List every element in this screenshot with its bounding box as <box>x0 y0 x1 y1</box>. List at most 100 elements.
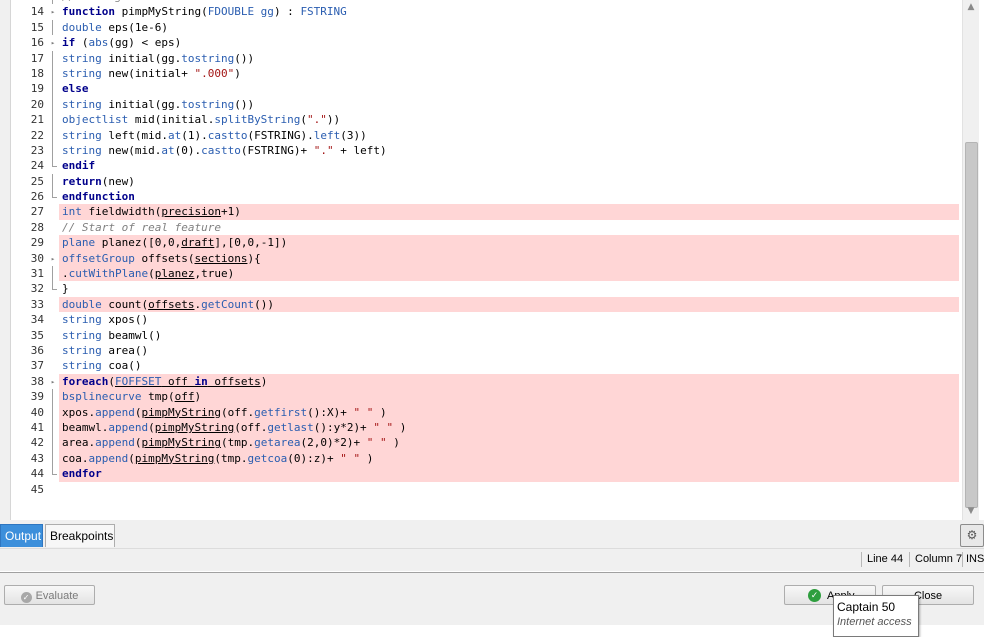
line-number: 16 <box>30 36 44 50</box>
line-number: 44 <box>30 467 44 481</box>
code-line[interactable]: 22 string left(mid.at(1).castto(FSTRING).… <box>0 127 962 143</box>
evaluate-button[interactable]: ✓ Evaluate <box>4 585 95 605</box>
code-text[interactable]: else <box>59 81 959 96</box>
code-line[interactable]: 39 bsplinecurve tmp(off) <box>0 389 962 405</box>
code-text-error[interactable]: foreach(FOFFSET off in offsets) <box>59 373 959 390</box>
code-line[interactable]: 41 beamwl.append(pimpMyString(off.getlast… <box>0 419 962 436</box>
code-text-error[interactable]: double count(offsets.getCount()) <box>59 296 959 313</box>
fold-toggle-icon[interactable] <box>49 4 57 19</box>
code-text[interactable]: string beamwl() <box>59 328 959 343</box>
check-icon: ✓ <box>808 589 821 602</box>
code-line[interactable]: 26 endfunction <box>0 189 962 204</box>
code-line[interactable]: 24 endif <box>0 158 962 173</box>
code-text[interactable]: string xpos() <box>59 312 959 327</box>
code-text[interactable]: string area() <box>59 343 959 358</box>
code-text[interactable]: } <box>59 281 959 296</box>
code-line[interactable]: 44 endfor <box>0 466 962 482</box>
code-text[interactable]: string new(initial+ ".000") <box>59 66 959 81</box>
code-text[interactable]: return(new) <box>59 174 959 189</box>
code-text-error[interactable]: coa.append(pimpMyString(tmp.getcoa(0):z)… <box>59 450 959 467</box>
code-line[interactable]: 33 double count(offsets.getCount()) <box>0 296 962 313</box>
vertical-scrollbar[interactable]: ▲ ▼ <box>962 0 979 520</box>
code-text-error[interactable]: area.append(pimpMyString(tmp.getarea(2,0… <box>59 435 959 451</box>
code-text-error[interactable]: int fieldwidth(precision+1) <box>59 204 959 220</box>
code-line[interactable]: 34 string xpos() <box>0 312 962 327</box>
code-text[interactable]: string initial(gg.tostring()) <box>59 97 959 112</box>
line-number: 25 <box>30 174 44 188</box>
code-line[interactable]: 45 <box>0 482 962 497</box>
fold-guide <box>49 158 57 173</box>
code-text-error[interactable]: plane planez([0,0,draft],[0,0,-1]) <box>59 235 959 251</box>
code-text[interactable]: if (abs(gg) < eps) <box>59 35 959 50</box>
code-text[interactable]: string new(mid.at(0).castto(FSTRING)+ ".… <box>59 143 959 158</box>
code-text-error[interactable]: endfor <box>59 466 959 482</box>
status-bar: Line 44 Column 7 INS <box>0 548 984 571</box>
code-line[interactable]: 43 coa.append(pimpMyString(tmp.getcoa(0):… <box>0 450 962 467</box>
code-line[interactable]: 40 xpos.append(pimpMyString(off.getfirst(… <box>0 404 962 420</box>
line-number: 37 <box>30 359 44 373</box>
line-number: 43 <box>30 451 44 465</box>
code-text[interactable]: double eps(1e-6) <box>59 20 959 35</box>
code-line[interactable]: 42 area.append(pimpMyString(tmp.getarea(2… <box>0 435 962 451</box>
code-line[interactable]: 31 .cutWithPlane(planez,true) <box>0 266 962 282</box>
line-number: 18 <box>30 66 44 80</box>
code-line[interactable]: 21 objectlist mid(initial.splitByString("… <box>0 112 962 128</box>
code-editor[interactable]: 13// string14function pimpMyString(FDOUB… <box>0 0 984 521</box>
code-text[interactable]: string initial(gg.tostring()) <box>59 51 959 66</box>
line-number: 36 <box>30 343 44 357</box>
line-number: 41 <box>30 420 44 434</box>
settings-icon[interactable]: ⚙ <box>960 524 984 547</box>
fold-guide <box>49 266 57 282</box>
code-text[interactable]: // Start of real feature <box>59 220 959 235</box>
code-text[interactable]: string coa() <box>59 358 959 373</box>
scrollbar-thumb[interactable] <box>965 142 978 508</box>
fold-toggle-icon[interactable] <box>49 374 57 389</box>
scroll-down-arrow-icon[interactable]: ▼ <box>963 504 979 518</box>
scroll-up-arrow-icon[interactable]: ▲ <box>963 0 979 14</box>
code-text[interactable]: objectlist mid(initial.splitByString("."… <box>59 112 959 127</box>
code-text[interactable] <box>59 482 959 497</box>
code-line[interactable]: 32} <box>0 281 962 296</box>
code-line[interactable]: 19 else <box>0 81 962 97</box>
code-text-error[interactable]: offsetGroup offsets(sections){ <box>59 250 959 267</box>
code-line[interactable]: 18 string new(initial+ ".000") <box>0 65 962 82</box>
tab-output[interactable]: Output <box>0 524 43 547</box>
line-number: 28 <box>30 220 44 234</box>
code-line[interactable]: 36 string area() <box>0 343 962 358</box>
code-line[interactable]: 28 // Start of real feature <box>0 220 962 235</box>
code-text-error[interactable]: xpos.append(pimpMyString(off.getfirst():… <box>59 404 959 420</box>
code-line[interactable]: 17 string initial(gg.tostring()) <box>0 50 962 66</box>
code-line[interactable]: 14 function pimpMyString(FDOUBLE gg) : FS… <box>0 4 962 19</box>
line-number: 21 <box>30 113 44 127</box>
code-line[interactable]: 29 plane planez([0,0,draft],[0,0,-1]) <box>0 235 962 251</box>
code-text[interactable]: string left(mid.at(1).castto(FSTRING).le… <box>59 128 959 143</box>
code-line[interactable]: 37 string coa() <box>0 358 962 373</box>
code-text-error[interactable]: bsplinecurve tmp(off) <box>59 389 959 405</box>
code-text[interactable]: function pimpMyString(FDOUBLE gg) : FSTR… <box>59 4 959 19</box>
line-number: 26 <box>30 190 44 204</box>
code-line[interactable]: 35 string beamwl() <box>0 328 962 343</box>
fold-toggle-icon[interactable] <box>49 35 57 50</box>
line-number: 31 <box>30 267 44 281</box>
line-number: 35 <box>30 328 44 342</box>
code-text-error[interactable]: .cutWithPlane(planez,true) <box>59 266 959 282</box>
code-lines[interactable]: 13// string14function pimpMyString(FDOUB… <box>0 0 962 497</box>
fold-toggle-icon[interactable] <box>49 251 57 266</box>
code-line[interactable]: 23 string new(mid.at(0).castto(FSTRING)+ … <box>0 142 962 159</box>
status-insert-mode: INS <box>966 553 984 565</box>
code-line[interactable]: 25 return(new) <box>0 173 962 190</box>
code-line[interactable]: 27 int fieldwidth(precision+1) <box>0 204 962 220</box>
code-line[interactable]: 38 foreach(FOFFSET off in offsets) <box>0 373 962 390</box>
code-text[interactable]: endif <box>59 158 959 173</box>
line-number: 33 <box>30 297 44 311</box>
code-line[interactable]: 30 offsetGroup offsets(sections){ <box>0 250 962 267</box>
code-line[interactable]: 20 string initial(gg.tostring()) <box>0 96 962 113</box>
tooltip-title: Captain 50 <box>837 600 896 614</box>
code-text-error[interactable]: beamwl.append(pimpMyString(off.getlast()… <box>59 419 959 436</box>
status-column: Column 7 <box>915 553 963 565</box>
tab-breakpoints[interactable]: Breakpoints <box>45 524 115 547</box>
code-line[interactable]: 16 if (abs(gg) < eps) <box>0 35 962 50</box>
code-line[interactable]: 15 double eps(1e-6) <box>0 19 962 36</box>
code-text[interactable]: endfunction <box>59 189 959 204</box>
fold-guide <box>49 189 57 204</box>
